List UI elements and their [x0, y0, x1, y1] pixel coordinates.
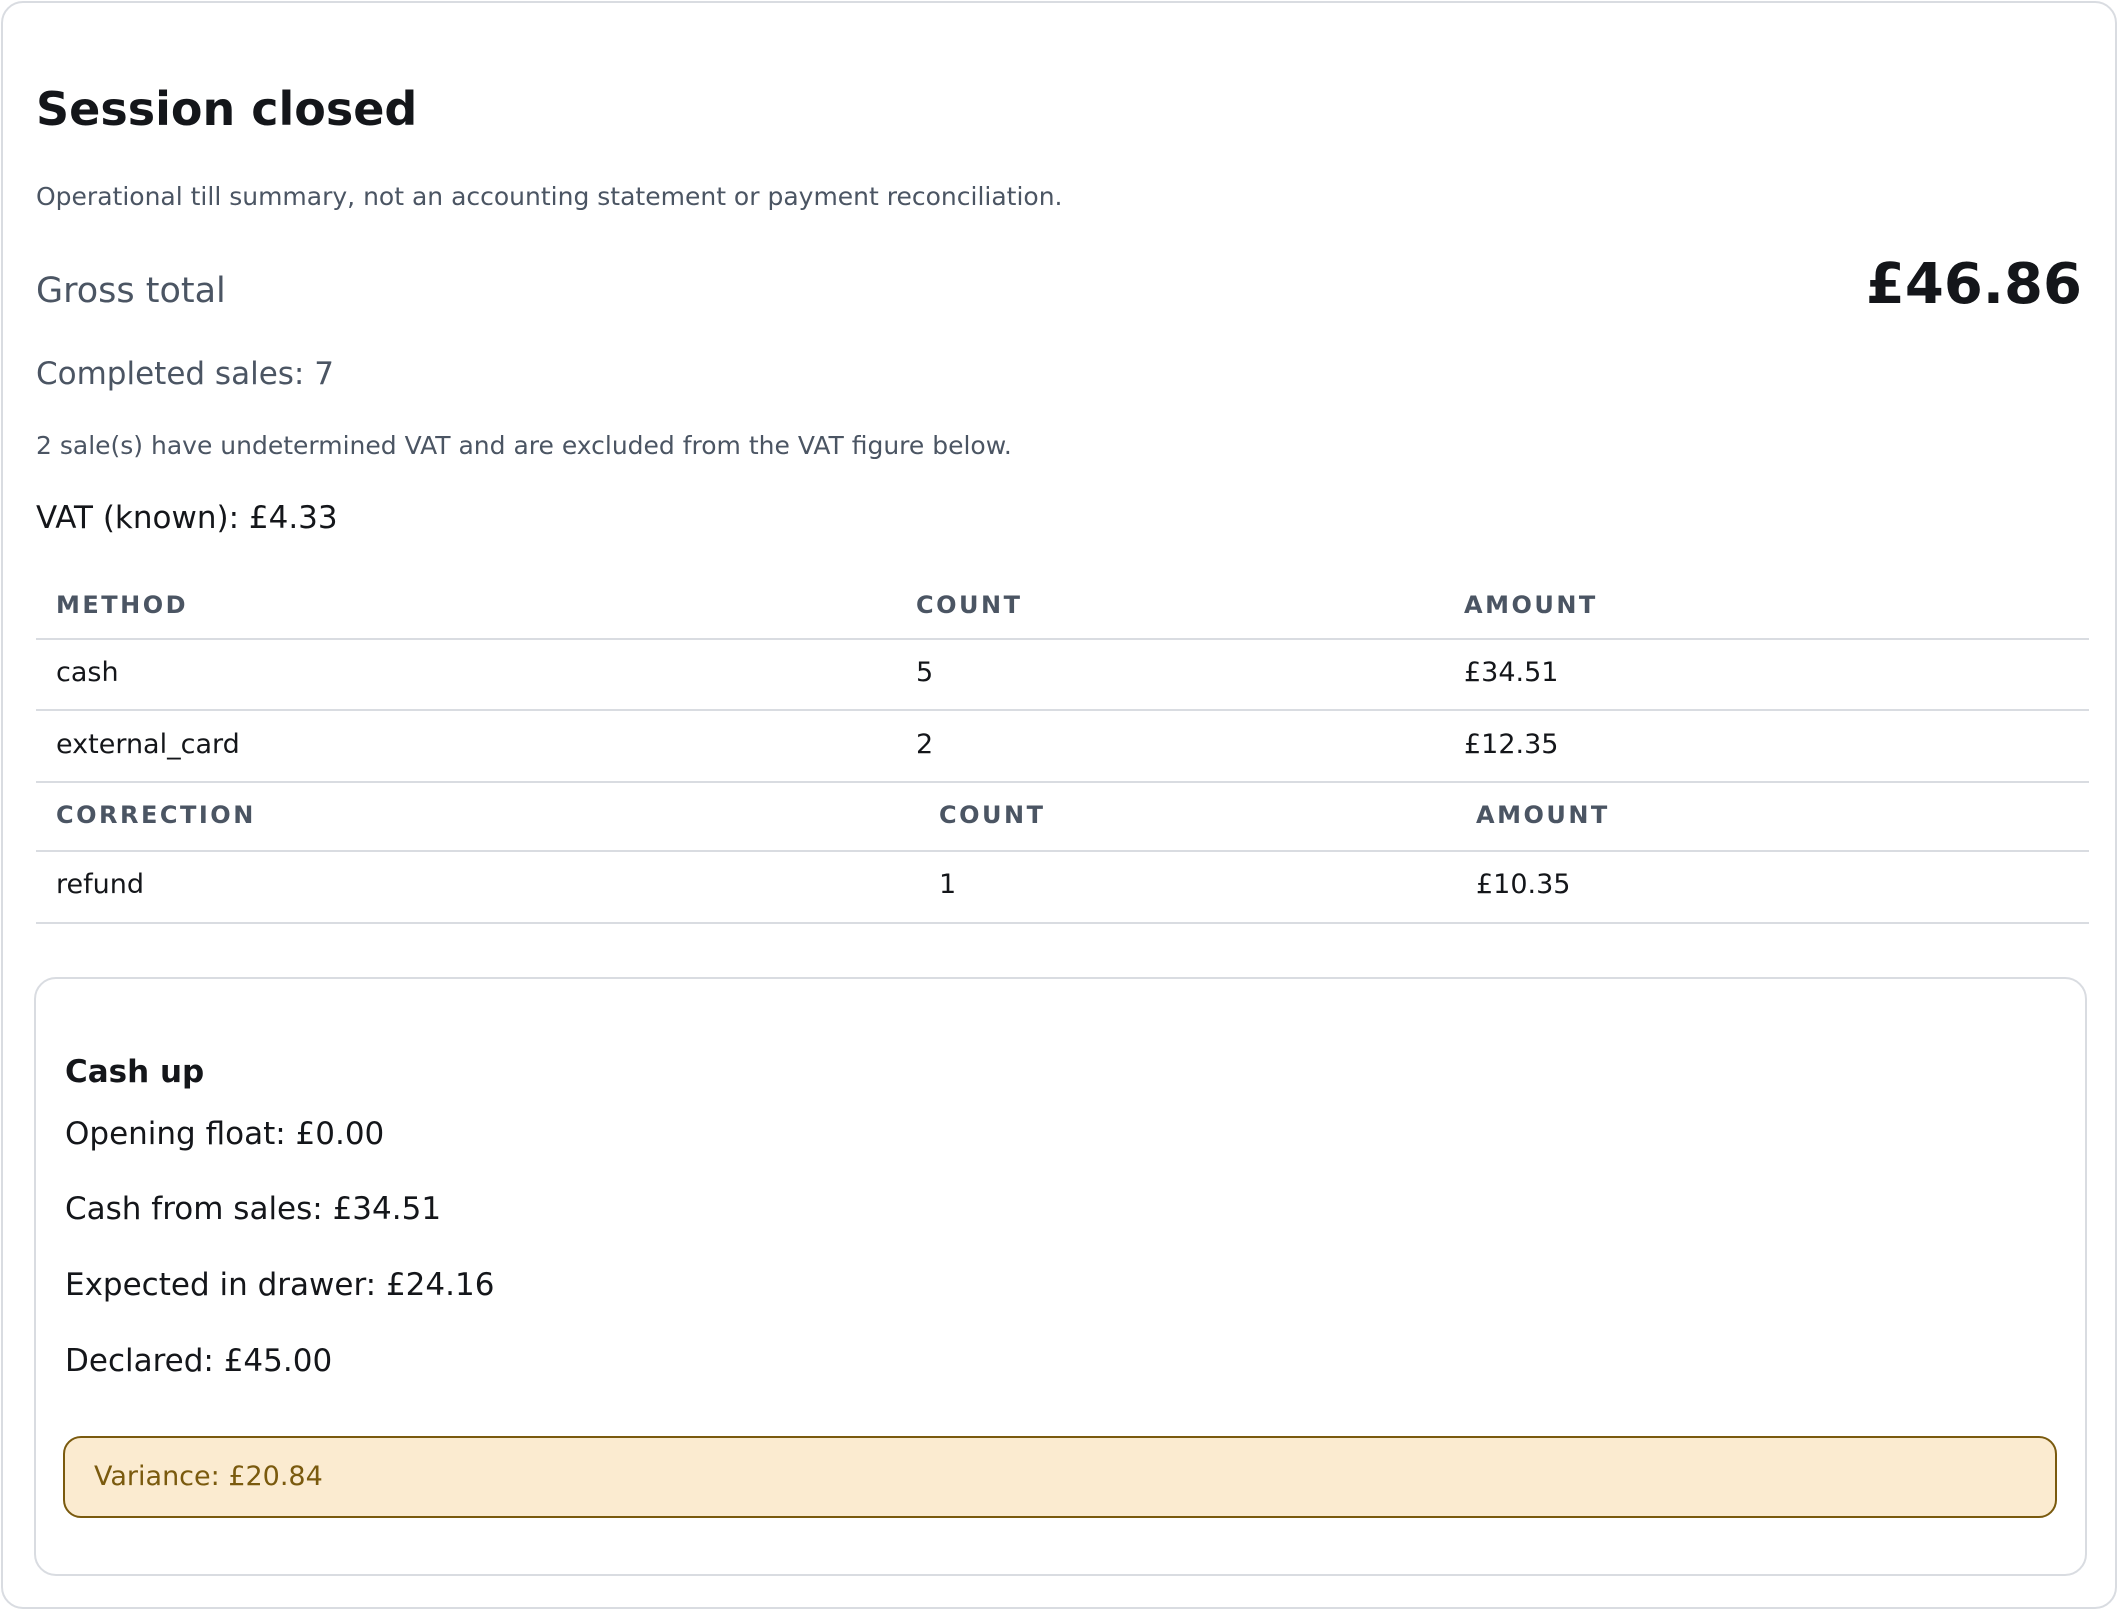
- correction-count: 1: [939, 869, 957, 900]
- gross-total-label: Gross total: [36, 271, 226, 311]
- method-count: 2: [916, 729, 934, 760]
- variance-alert: Variance: £20.84: [63, 1436, 2057, 1518]
- variance-text: Variance: £20.84: [94, 1461, 323, 1492]
- expected-in-drawer: Expected in drawer: £24.16: [65, 1267, 495, 1303]
- column-header-correction: CORRECTION: [56, 801, 256, 829]
- table-row: cash 5 £34.51: [36, 640, 2089, 711]
- summary-disclaimer: Operational till summary, not an account…: [36, 182, 1063, 211]
- column-header-amount: AMOUNT: [1476, 801, 1610, 829]
- page-title: Session closed: [36, 82, 418, 136]
- correction-amount: £10.35: [1476, 869, 1571, 900]
- table-row: external_card 2 £12.35: [36, 711, 2089, 783]
- correction-name: refund: [56, 869, 144, 900]
- cash-from-sales: Cash from sales: £34.51: [65, 1191, 442, 1227]
- method-count: 5: [916, 657, 934, 688]
- column-header-method: METHOD: [56, 591, 189, 619]
- table-header-row: METHOD COUNT AMOUNT: [36, 582, 2089, 640]
- method-amount: £34.51: [1464, 657, 1559, 688]
- column-header-count: COUNT: [939, 801, 1046, 829]
- gross-total-value: £46.86: [1865, 252, 2082, 317]
- vat-undetermined-note: 2 sale(s) have undetermined VAT and are …: [36, 431, 1012, 460]
- column-header-count: COUNT: [916, 591, 1023, 619]
- table-row: refund 1 £10.35: [36, 852, 2089, 924]
- method-name: external_card: [56, 729, 240, 760]
- vat-known-total: VAT (known): £4.33: [36, 500, 338, 536]
- declared-amount: Declared: £45.00: [65, 1343, 333, 1379]
- opening-float: Opening float: £0.00: [65, 1116, 385, 1152]
- column-header-amount: AMOUNT: [1464, 591, 1598, 619]
- method-name: cash: [56, 657, 119, 688]
- completed-sales-count: Completed sales: 7: [36, 356, 334, 392]
- method-amount: £12.35: [1464, 729, 1559, 760]
- table-header-row: CORRECTION COUNT AMOUNT: [36, 783, 2089, 852]
- cash-up-title: Cash up: [65, 1054, 205, 1090]
